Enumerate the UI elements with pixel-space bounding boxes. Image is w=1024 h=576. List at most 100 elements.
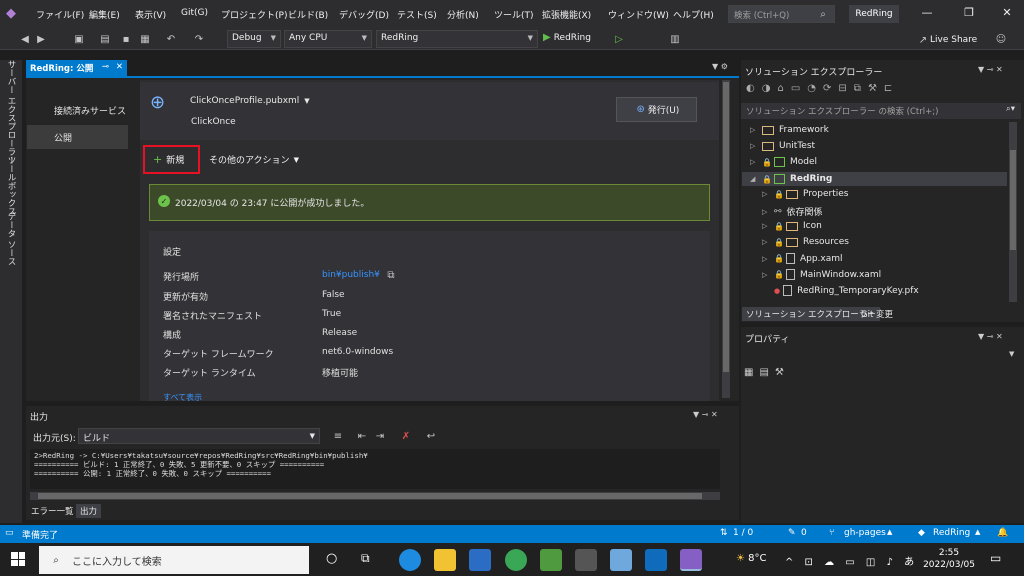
- edge-icon[interactable]: [399, 549, 421, 571]
- home-icon[interactable]: ⌂: [777, 83, 783, 94]
- branch-name[interactable]: gh-pages: [844, 528, 886, 538]
- pending-changes-icon[interactable]: ◔: [807, 83, 816, 94]
- find-message-icon[interactable]: ≡: [331, 429, 345, 443]
- app-icon-green[interactable]: [540, 549, 562, 571]
- menu-extensions[interactable]: 拡張機能(X): [542, 8, 591, 21]
- data-sources-tab[interactable]: データ ソース: [5, 212, 17, 266]
- tree-item-dependencies[interactable]: ▷ ⚯ 依存関係: [762, 205, 823, 219]
- tree-item-temporary-key[interactable]: ● RedRing_TemporaryKey.pfx: [774, 285, 919, 296]
- nav-publish[interactable]: 公開: [27, 125, 128, 149]
- menu-git[interactable]: Git(G): [181, 8, 208, 18]
- weather-widget[interactable]: ☀ 8°C: [736, 553, 767, 564]
- panel-options-icon[interactable]: ▼ ⊸ ✕: [693, 410, 718, 419]
- app-icon-paint[interactable]: [610, 549, 632, 571]
- tree-item-redring[interactable]: ◢ 🔒 RedRing: [742, 172, 1007, 186]
- undo-icon[interactable]: ↶: [164, 32, 178, 46]
- collapse-arrow-icon[interactable]: ◢: [750, 175, 762, 183]
- branch-icon[interactable]: ⑂: [829, 528, 834, 538]
- toolbox-tab[interactable]: ツールボックス: [5, 156, 17, 216]
- cortana-icon[interactable]: ○: [326, 551, 337, 566]
- project-name-badge[interactable]: RedRing: [849, 5, 899, 23]
- expand-arrow-icon[interactable]: ▷: [750, 126, 762, 134]
- new-profile-button[interactable]: + 新規: [143, 145, 200, 174]
- solution-scrollbar-thumb[interactable]: [1010, 150, 1016, 250]
- line-info[interactable]: 1 / 0: [733, 528, 753, 538]
- store-icon[interactable]: [469, 549, 491, 571]
- close-window-icon[interactable]: ✕: [992, 6, 1022, 19]
- menu-debug[interactable]: デバッグ(D): [339, 8, 389, 21]
- expand-arrow-icon[interactable]: ▷: [762, 238, 774, 246]
- back-icon[interactable]: ◀: [18, 32, 32, 46]
- menu-analyze[interactable]: 分析(N): [447, 8, 479, 21]
- task-view-icon[interactable]: ⧉: [361, 551, 370, 566]
- nav-connected-services[interactable]: 接続済みサービス: [27, 98, 128, 122]
- expand-arrow-icon[interactable]: ▷: [762, 255, 774, 263]
- output-text[interactable]: 2>RedRing -> C:¥Users¥takatsu¥source¥rep…: [30, 449, 720, 489]
- categorized-icon[interactable]: ▦: [744, 367, 753, 378]
- menu-help[interactable]: ヘルプ(H): [673, 8, 714, 21]
- platform-dropdown[interactable]: Any CPU ▼: [284, 30, 372, 48]
- expand-arrow-icon[interactable]: ▷: [762, 208, 774, 216]
- switch-view-icon[interactable]: ▭: [791, 83, 800, 94]
- quick-search-input[interactable]: 検索 (Ctrl+Q) ⌕: [728, 5, 835, 23]
- server-explorer-tab[interactable]: サーバー エクスプローラー: [5, 60, 17, 165]
- publish-document-tab[interactable]: RedRing: 公開 ⊸ ✕: [26, 60, 127, 76]
- collapse-all-icon[interactable]: ⊟: [838, 83, 846, 94]
- tab-output[interactable]: 出力: [76, 504, 102, 518]
- menu-project[interactable]: プロジェクト(P): [221, 8, 287, 21]
- profile-selector[interactable]: ClickOnceProfile.pubxml ▼: [190, 96, 310, 106]
- show-all-link[interactable]: すべて表示: [163, 392, 202, 403]
- forward-icon[interactable]: ◑: [762, 83, 771, 94]
- clear-all-icon[interactable]: ✗: [399, 429, 413, 443]
- menu-file[interactable]: ファイル(F): [36, 8, 84, 21]
- panel-options-icon[interactable]: ▼ ⊸ ✕: [978, 65, 1003, 74]
- tree-item-properties[interactable]: ▷ 🔒 Properties: [762, 189, 848, 199]
- startup-project-dropdown[interactable]: RedRing ▼: [376, 30, 538, 48]
- redo-icon[interactable]: ↷: [192, 32, 206, 46]
- new-project-icon[interactable]: ▣: [72, 32, 86, 46]
- live-share-button[interactable]: ↗ Live Share: [916, 33, 977, 47]
- menu-build[interactable]: ビルド(B): [288, 8, 328, 21]
- tab-overflow-icon[interactable]: ▼ ⚙: [712, 62, 728, 71]
- repo-icon[interactable]: ◆: [918, 528, 925, 538]
- minimize-icon[interactable]: —: [912, 6, 942, 19]
- solution-search-input[interactable]: ソリューション エクスプローラー の検索 (Ctrl+;) ⌕▾: [741, 103, 1021, 119]
- chevron-down-icon[interactable]: ▼: [1009, 350, 1014, 358]
- feedback-icon[interactable]: ☺: [994, 32, 1008, 46]
- line-info-icon[interactable]: ⇅: [720, 528, 728, 538]
- pencil-icon[interactable]: ✎: [788, 528, 796, 538]
- taskbar-search-input[interactable]: ⌕ ここに入力して検索: [39, 546, 309, 574]
- next-message-icon[interactable]: ⇥: [373, 429, 387, 443]
- show-all-files-icon[interactable]: ⧉: [854, 83, 861, 94]
- start-debugging-button[interactable]: ▶ RedRing: [543, 32, 591, 43]
- back-icon[interactable]: ◐: [746, 83, 755, 94]
- properties-icon[interactable]: ⚒: [868, 83, 877, 94]
- sync-icon[interactable]: ⟳: [823, 83, 831, 94]
- menu-view[interactable]: 表示(V): [135, 8, 166, 21]
- expand-arrow-icon[interactable]: ▷: [762, 190, 774, 198]
- preview-icon[interactable]: ⊏: [884, 83, 892, 94]
- close-icon[interactable]: ✕: [116, 62, 123, 72]
- forward-icon[interactable]: ▶: [34, 32, 48, 46]
- tree-item-app-xaml[interactable]: ▷ 🔒 App.xaml: [762, 253, 843, 264]
- save-icon[interactable]: ▪: [119, 32, 133, 46]
- publish-button[interactable]: ⊛ 発行(U): [616, 97, 697, 122]
- panel-options-icon[interactable]: ▼ ⊸ ✕: [978, 332, 1003, 341]
- tree-item-icon-folder[interactable]: ▷ 🔒 Icon: [762, 221, 822, 231]
- tree-item-unittest[interactable]: ▷ UnitTest: [750, 141, 815, 151]
- save-all-icon[interactable]: ▦: [138, 32, 152, 46]
- notification-center-icon[interactable]: ▭: [990, 551, 1001, 565]
- start-without-debugging-icon[interactable]: ▷: [612, 32, 626, 46]
- open-file-icon[interactable]: ▤: [98, 32, 112, 46]
- browse-icon[interactable]: ▥: [668, 32, 682, 46]
- alphabetical-icon[interactable]: ▤: [759, 367, 768, 378]
- expand-arrow-icon[interactable]: ▷: [762, 222, 774, 230]
- property-pages-icon[interactable]: ⚒: [775, 367, 784, 378]
- tree-item-model[interactable]: ▷ 🔒 Model: [750, 157, 817, 167]
- word-wrap-icon[interactable]: ↩: [424, 429, 438, 443]
- menu-edit[interactable]: 編集(E): [89, 8, 120, 21]
- file-explorer-icon[interactable]: [434, 549, 456, 571]
- tree-item-framework[interactable]: ▷ Framework: [750, 125, 829, 135]
- taskbar-clock[interactable]: 2:55 2022/03/05: [920, 547, 978, 571]
- tab-git-changes[interactable]: Git 変更: [857, 307, 897, 321]
